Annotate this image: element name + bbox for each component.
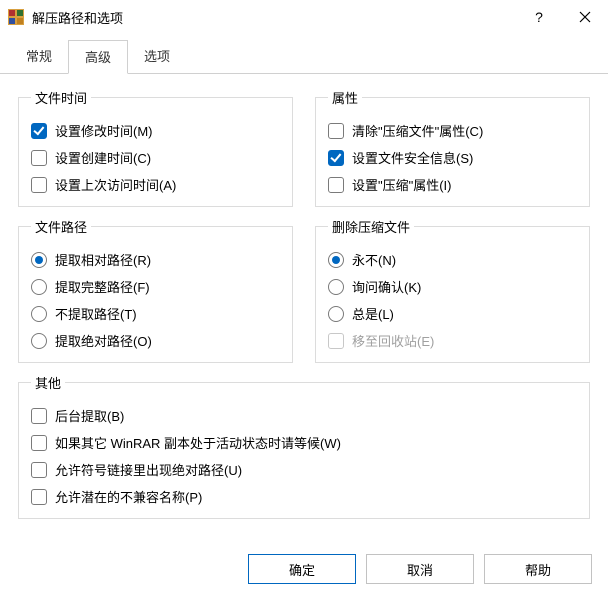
tabstrip: 常规 高级 选项	[0, 34, 608, 74]
radio-icon	[31, 333, 47, 349]
cancel-button[interactable]: 取消	[366, 554, 474, 584]
legend-attributes: 属性	[328, 88, 362, 107]
checkbox-icon	[31, 150, 47, 166]
group-file-path: 文件路径 提取相对路径(R) 提取完整路径(F) 不提取路径(T) 提取绝对路径…	[18, 217, 293, 363]
opt-label: 设置文件安全信息(S)	[352, 148, 473, 167]
radio-icon	[328, 252, 344, 268]
opt-allow-symlinks[interactable]: 允许符号链接里出现绝对路径(U)	[31, 460, 577, 479]
opt-label: 移至回收站(E)	[352, 331, 434, 350]
opt-clear-archive[interactable]: 清除"压缩文件"属性(C)	[328, 121, 577, 140]
checkbox-icon	[31, 462, 47, 478]
checkbox-icon	[328, 333, 344, 349]
ok-button[interactable]: 确定	[248, 554, 356, 584]
opt-allow-incompatible[interactable]: 允许潜在的不兼容名称(P)	[31, 487, 577, 506]
checkbox-icon	[31, 489, 47, 505]
opt-set-compress[interactable]: 设置"压缩"属性(I)	[328, 175, 577, 194]
radio-icon	[328, 306, 344, 322]
group-file-time: 文件时间 设置修改时间(M) 设置创建时间(C) 设置上次访问时间(A)	[18, 88, 293, 207]
opt-extract-absolute[interactable]: 提取绝对路径(O)	[31, 331, 280, 350]
opt-delete-always[interactable]: 总是(L)	[328, 304, 577, 323]
opt-label: 总是(L)	[352, 304, 394, 323]
opt-label: 设置修改时间(M)	[55, 121, 153, 140]
opt-no-extract[interactable]: 不提取路径(T)	[31, 304, 280, 323]
opt-label: 设置"压缩"属性(I)	[352, 175, 452, 194]
group-other: 其他 后台提取(B) 如果其它 WinRAR 副本处于活动状态时请等候(W) 允…	[18, 373, 590, 519]
opt-extract-relative[interactable]: 提取相对路径(R)	[31, 250, 280, 269]
radio-icon	[31, 252, 47, 268]
checkbox-icon	[31, 177, 47, 193]
opt-label: 后台提取(B)	[55, 406, 124, 425]
opt-label: 允许潜在的不兼容名称(P)	[55, 487, 202, 506]
tab-advanced[interactable]: 高级	[68, 40, 128, 74]
radio-icon	[328, 279, 344, 295]
opt-wait-other[interactable]: 如果其它 WinRAR 副本处于活动状态时请等候(W)	[31, 433, 577, 452]
legend-file-time: 文件时间	[31, 88, 91, 107]
titlebar: 解压路径和选项 ?	[0, 0, 608, 34]
opt-label: 设置上次访问时间(A)	[55, 175, 176, 194]
opt-set-security[interactable]: 设置文件安全信息(S)	[328, 148, 577, 167]
checkbox-icon	[328, 177, 344, 193]
checkbox-icon	[328, 123, 344, 139]
app-icon	[8, 9, 24, 25]
radio-icon	[31, 306, 47, 322]
checkbox-icon	[328, 150, 344, 166]
close-button[interactable]	[562, 2, 608, 32]
legend-file-path: 文件路径	[31, 217, 91, 236]
checkbox-icon	[31, 123, 47, 139]
opt-label: 允许符号链接里出现绝对路径(U)	[55, 460, 242, 479]
group-delete-archive: 删除压缩文件 永不(N) 询问确认(K) 总是(L) 移至回收站(E)	[315, 217, 590, 363]
opt-label: 设置创建时间(C)	[55, 148, 151, 167]
opt-set-modify[interactable]: 设置修改时间(M)	[31, 121, 280, 140]
checkbox-icon	[31, 408, 47, 424]
opt-label: 提取相对路径(R)	[55, 250, 151, 269]
button-row: 确定 取消 帮助	[248, 554, 592, 584]
help-button[interactable]: ?	[516, 2, 562, 32]
radio-icon	[31, 279, 47, 295]
legend-delete-archive: 删除压缩文件	[328, 217, 414, 236]
opt-delete-never[interactable]: 永不(N)	[328, 250, 577, 269]
opt-delete-ask[interactable]: 询问确认(K)	[328, 277, 577, 296]
opt-label: 不提取路径(T)	[55, 304, 137, 323]
opt-label: 询问确认(K)	[352, 277, 421, 296]
opt-label: 提取完整路径(F)	[55, 277, 150, 296]
opt-label: 如果其它 WinRAR 副本处于活动状态时请等候(W)	[55, 433, 341, 452]
window-title: 解压路径和选项	[32, 8, 123, 27]
opt-set-create[interactable]: 设置创建时间(C)	[31, 148, 280, 167]
legend-other: 其他	[31, 373, 65, 392]
opt-label: 永不(N)	[352, 250, 396, 269]
checkbox-icon	[31, 435, 47, 451]
opt-label: 清除"压缩文件"属性(C)	[352, 121, 483, 140]
help-button-footer[interactable]: 帮助	[484, 554, 592, 584]
tab-general[interactable]: 常规	[10, 40, 68, 73]
tab-options[interactable]: 选项	[128, 40, 186, 73]
opt-background[interactable]: 后台提取(B)	[31, 406, 577, 425]
content-area: 文件时间 设置修改时间(M) 设置创建时间(C) 设置上次访问时间(A) 文件路…	[0, 74, 608, 537]
opt-label: 提取绝对路径(O)	[55, 331, 152, 350]
opt-delete-recycle: 移至回收站(E)	[328, 331, 577, 350]
opt-extract-full[interactable]: 提取完整路径(F)	[31, 277, 280, 296]
group-attributes: 属性 清除"压缩文件"属性(C) 设置文件安全信息(S) 设置"压缩"属性(I)	[315, 88, 590, 207]
opt-set-access[interactable]: 设置上次访问时间(A)	[31, 175, 280, 194]
